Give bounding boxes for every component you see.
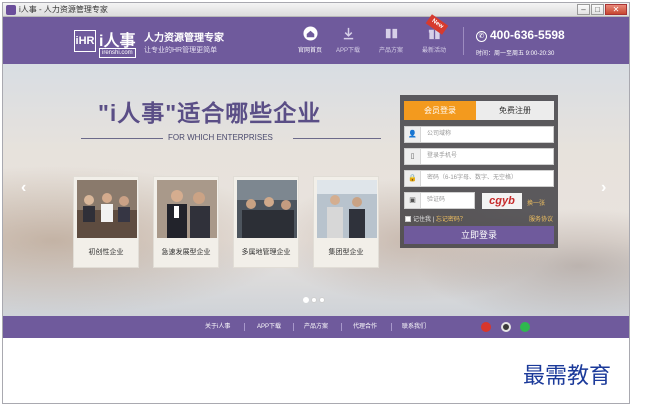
nav-product-label: 产品方案 [378, 48, 403, 54]
nav-activity-label: 最新活动 [421, 48, 446, 54]
slide-dot-2[interactable] [311, 297, 317, 303]
phone-placeholder: 登录手机号 [427, 153, 458, 159]
maximize-button[interactable]: □ [591, 4, 604, 15]
captcha-placeholder: 验证码 [427, 197, 446, 203]
footer-link-about[interactable]: 关于i人事 [205, 316, 230, 338]
hero-banner: ‹ › "i人事"适合哪些企业 FOR WHICH ENTERPRISES 初创… [3, 64, 629, 316]
nav-product[interactable]: 产品方案 [373, 26, 409, 54]
minimize-button[interactable]: – [577, 4, 590, 15]
footer-link-contact[interactable]: 联系我们 [402, 316, 426, 338]
password-placeholder: 密码（6-16字母、数字、无空格） [427, 175, 518, 181]
footer-separator [244, 323, 245, 331]
nav-home-label: 官网首页 [297, 48, 322, 54]
close-button[interactable]: ✕ [605, 4, 627, 15]
group-photo [317, 180, 377, 238]
multi-site-photo [237, 180, 297, 238]
card-fast-growth[interactable]: 急速发展型企业 [153, 176, 219, 268]
phone-field[interactable]: ▯ 登录手机号 [404, 148, 554, 165]
subtitle-line-right [293, 138, 381, 139]
tab-member-login[interactable]: 会员登录 [404, 101, 476, 120]
footer-separator [293, 323, 294, 331]
startup-photo [77, 180, 137, 238]
slogan-title: 人力资源管理专家 [144, 33, 224, 44]
service-agreement-link[interactable]: 服务协议 [529, 214, 553, 223]
footer-link-app[interactable]: APP下载 [257, 316, 281, 338]
slide-indicator [303, 297, 325, 303]
card-group-caption: 集团型企业 [328, 249, 364, 256]
forgot-password-link[interactable]: 忘记密码？ [436, 217, 466, 223]
logo-mark[interactable]: iHR [74, 30, 96, 52]
prev-slide-arrow-icon[interactable]: ‹ [21, 179, 26, 197]
footer-separator [391, 323, 392, 331]
site-header: iHR i人事 irenshi.com 人力资源管理专家 让专业的HR管理更简单… [3, 14, 629, 64]
book-icon [385, 28, 397, 39]
qq-icon[interactable] [501, 322, 511, 332]
logo-url: irenshi.com [99, 48, 136, 58]
mobile-icon: ▯ [405, 149, 421, 164]
hero-subtitle: FOR WHICH ENTERPRISES [168, 133, 273, 142]
remember-label: 记住我 [413, 217, 432, 223]
company-placeholder: 公司域称 [427, 131, 452, 137]
hero-title: "i人事"适合哪些企业 [98, 100, 322, 126]
download-icon [343, 27, 353, 40]
phone-icon: ✆ [476, 31, 487, 42]
weibo-icon[interactable] [481, 322, 491, 332]
nav-app-download[interactable]: APP下载 [330, 26, 366, 54]
footer-link-product[interactable]: 产品方案 [304, 316, 328, 338]
hotline-number: 400-636-5598 [490, 28, 565, 42]
captcha-image[interactable]: cgyb [482, 193, 522, 209]
remember-me[interactable]: 记住我 | 忘记密码？ [405, 214, 466, 223]
tab-free-register[interactable]: 免费注册 [476, 101, 554, 120]
next-slide-arrow-icon[interactable]: › [601, 179, 606, 197]
fast-growth-photo [157, 180, 217, 238]
user-icon: 👤 [405, 127, 421, 142]
password-field[interactable]: 🔒 密码（6-16字母、数字、无空格） [404, 170, 554, 187]
watermark: 最需教育 [523, 364, 612, 389]
card-multi-site-caption: 多属地管理企业 [241, 249, 291, 256]
nav-activity[interactable]: 最新活动 [416, 26, 452, 54]
nav-app-download-label: APP下载 [335, 48, 360, 54]
remember-checkbox[interactable] [405, 216, 411, 222]
app-icon [6, 5, 16, 15]
footer-link-agent[interactable]: 代理合作 [353, 316, 377, 338]
header-divider [463, 27, 464, 55]
card-multi-site[interactable]: 多属地管理企业 [233, 176, 299, 268]
slide-dot-3[interactable] [319, 297, 325, 303]
lock-icon: 🔒 [405, 171, 421, 186]
slide-dot-1[interactable] [303, 297, 309, 303]
home-icon [302, 26, 318, 41]
window-title: i人事 - 人力资源管理专家 [19, 5, 108, 14]
card-startup[interactable]: 初创性企业 [73, 176, 139, 268]
window-controls: – □ ✕ [577, 4, 627, 15]
slogan-subtitle: 让专业的HR管理更简单 [144, 47, 218, 54]
footer-separator [341, 323, 342, 331]
captcha-field[interactable]: ▣ 验证码 [404, 192, 475, 209]
image-icon: ▣ [405, 193, 421, 208]
subtitle-line-left [81, 138, 163, 139]
title-bar: i人事 - 人力资源管理专家 – □ ✕ [3, 3, 629, 17]
site-footer: 关于i人事 APP下载 产品方案 代理合作 联系我们 [3, 316, 629, 338]
card-startup-caption: 初创性企业 [88, 249, 124, 256]
company-field[interactable]: 👤 公司域称 [404, 126, 554, 143]
wechat-icon[interactable] [520, 322, 530, 332]
app-window: i人事 - 人力资源管理专家 – □ ✕ iHR i人事 irenshi.com… [2, 2, 630, 404]
refresh-captcha-link[interactable]: 换一张 [527, 198, 545, 207]
nav-home[interactable]: 官网首页 [292, 26, 328, 54]
hotline: ✆ 400-636-5598 [476, 28, 565, 42]
login-panel: 会员登录 免费注册 👤 公司域称 ▯ 登录手机号 🔒 密码（6-16字母、数字、… [400, 95, 558, 248]
login-button[interactable]: 立即登录 [404, 226, 554, 244]
card-fast-growth-caption: 急速发展型企业 [161, 249, 211, 256]
service-hours: 时间：周一至周五 9:00-20:30 [476, 51, 555, 57]
card-group[interactable]: 集团型企业 [313, 176, 379, 268]
